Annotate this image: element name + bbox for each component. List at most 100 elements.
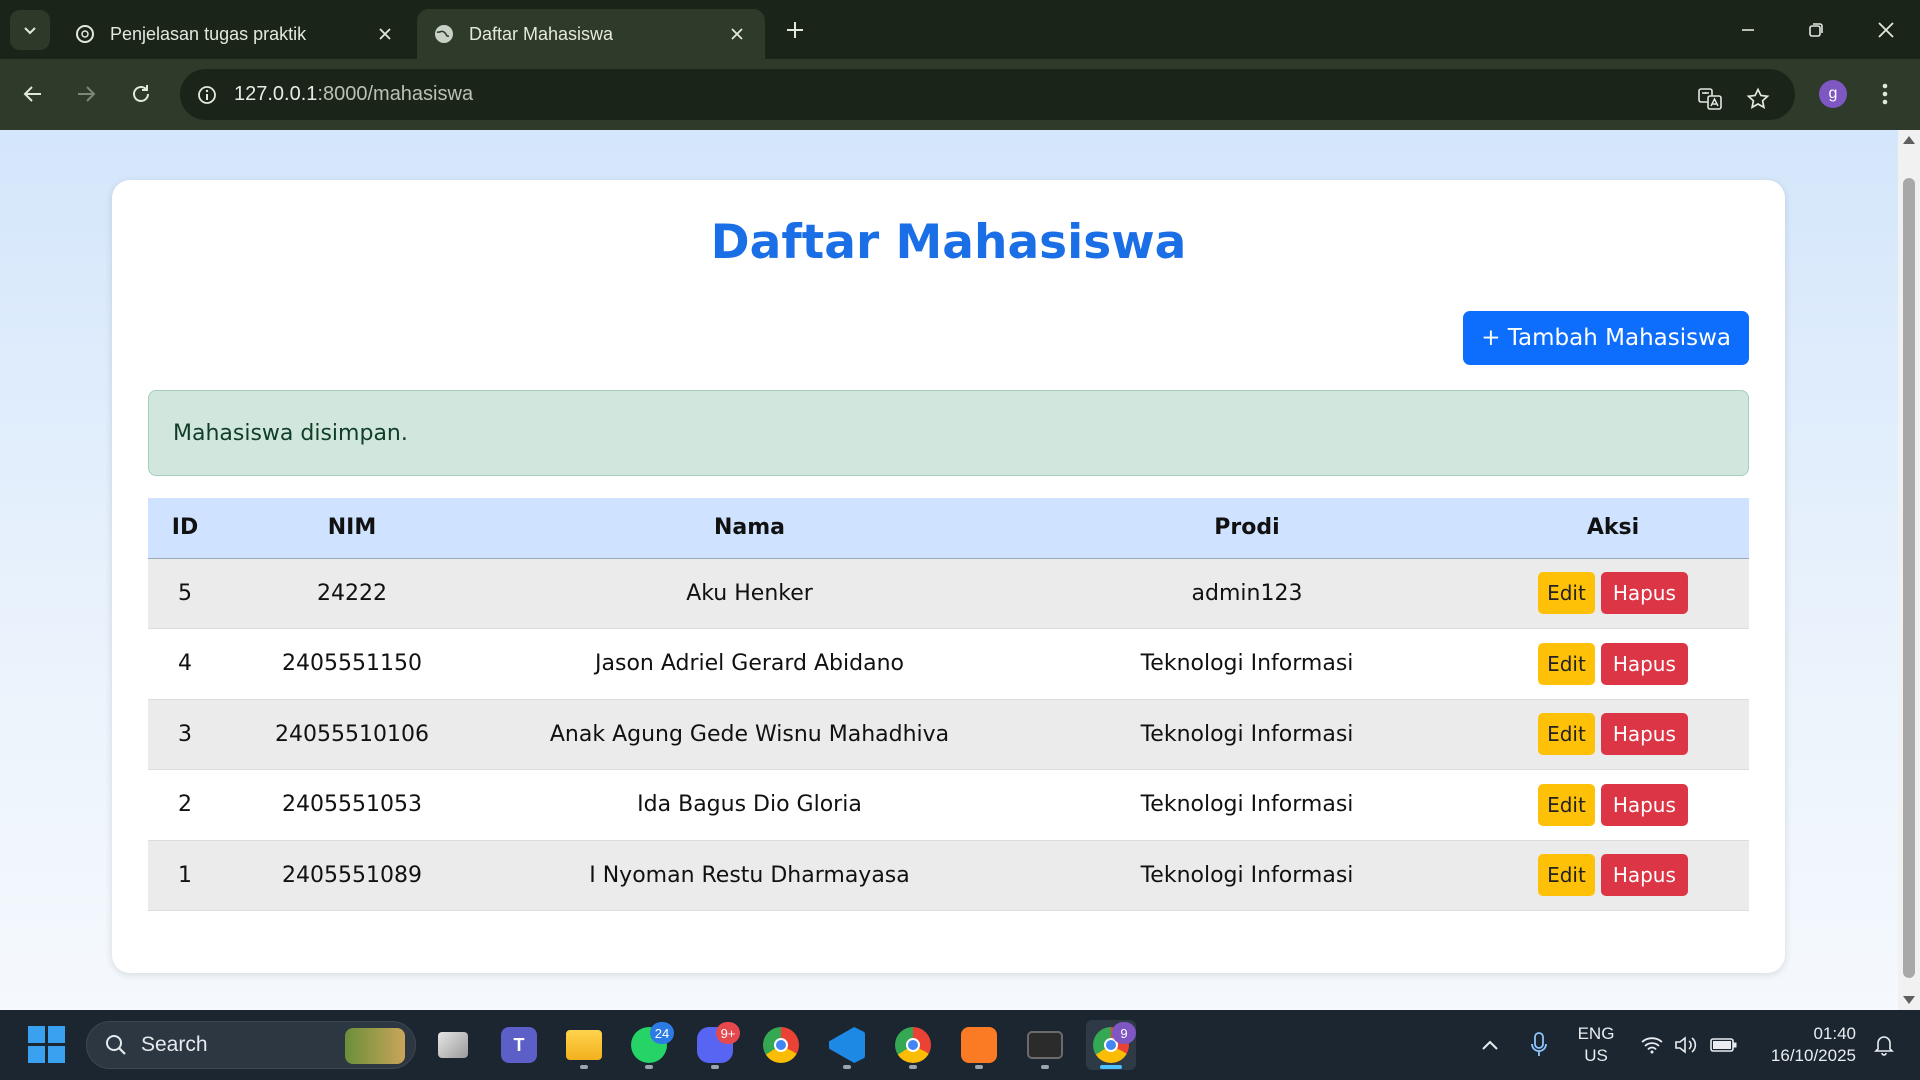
edit-button[interactable]: Edit: [1538, 572, 1595, 615]
chrome-profile-badge: 9: [1112, 1022, 1136, 1044]
minimize-button[interactable]: [1720, 8, 1776, 52]
close-window-button[interactable]: [1858, 8, 1914, 52]
scroll-thumb[interactable]: [1903, 178, 1915, 978]
header-prodi: Prodi: [1017, 498, 1477, 559]
plus-icon: [787, 22, 803, 38]
scroll-down-icon[interactable]: [1903, 996, 1915, 1004]
cell-aksi: Edit Hapus: [1477, 558, 1749, 629]
cell-nama: I Nyoman Restu Dharmayasa: [482, 840, 1017, 911]
header-nama: Nama: [482, 498, 1017, 559]
bookmark-star-icon[interactable]: [1740, 81, 1776, 117]
teams-icon[interactable]: T: [494, 1020, 544, 1070]
arrow-left-icon: [23, 86, 41, 102]
cell-nim: 24055510106: [222, 699, 482, 770]
system-clock[interactable]: 01:40 16/10/2025: [1750, 1010, 1856, 1080]
terminal-icon[interactable]: [1020, 1020, 1070, 1070]
tab-search-button[interactable]: [10, 10, 50, 50]
language-region: US: [1584, 1046, 1608, 1065]
cell-prodi: Teknologi Informasi: [1017, 628, 1477, 700]
edit-button[interactable]: Edit: [1538, 854, 1595, 897]
cell-id: 5: [148, 558, 222, 629]
running-indicator: [1041, 1065, 1049, 1069]
reload-icon: [133, 85, 149, 102]
success-alert: Mahasiswa disimpan.: [148, 390, 1749, 476]
header-aksi: Aksi: [1477, 498, 1749, 559]
task-view-icon[interactable]: [428, 1020, 478, 1070]
running-indicator: [645, 1065, 653, 1069]
close-icon[interactable]: [373, 22, 397, 46]
mahasiswa-table: ID NIM Nama Prodi Aksi 5 24222 Aku Henke…: [148, 498, 1749, 911]
cell-id: 3: [148, 699, 222, 770]
search-icon: [101, 1030, 131, 1060]
notification-bell-icon[interactable]: [1868, 1010, 1900, 1080]
microphone-icon[interactable]: [1524, 1010, 1554, 1080]
tab-daftar-mahasiswa[interactable]: Daftar Mahasiswa: [417, 9, 765, 59]
chrome-active-icon[interactable]: 9: [1086, 1020, 1136, 1070]
reload-button[interactable]: [121, 74, 161, 114]
new-tab-button[interactable]: [779, 14, 811, 46]
delete-button[interactable]: Hapus: [1600, 783, 1688, 826]
cell-nim: 24222: [222, 558, 482, 629]
delete-button[interactable]: Hapus: [1600, 572, 1688, 615]
tab-title: Daftar Mahasiswa: [469, 23, 614, 44]
delete-button[interactable]: Hapus: [1600, 713, 1688, 756]
delete-button[interactable]: Hapus: [1600, 854, 1688, 897]
cell-prodi: admin123: [1017, 558, 1477, 629]
add-mahasiswa-button[interactable]: + Tambah Mahasiswa: [1463, 311, 1749, 365]
whatsapp-badge: 24: [650, 1022, 674, 1044]
page-viewport: Daftar Mahasiswa + Tambah Mahasiswa Maha…: [0, 130, 1898, 1010]
wifi-icon[interactable]: [1638, 1010, 1666, 1080]
cell-nama: Ida Bagus Dio Gloria: [482, 769, 1017, 841]
table-row: 1 2405551089 I Nyoman Restu Dharmayasa T…: [148, 840, 1749, 911]
delete-button[interactable]: Hapus: [1600, 642, 1688, 685]
chevron-up-icon[interactable]: [1474, 1010, 1506, 1080]
edit-button[interactable]: Edit: [1538, 642, 1595, 685]
close-icon[interactable]: [725, 22, 749, 46]
running-indicator: [909, 1065, 917, 1069]
xampp-icon[interactable]: [954, 1020, 1004, 1070]
cell-id: 2: [148, 769, 222, 841]
cell-nama: Jason Adriel Gerard Abidano: [482, 628, 1017, 700]
cell-id: 1: [148, 840, 222, 911]
forward-button[interactable]: [66, 74, 106, 114]
discord-icon[interactable]: 9+: [690, 1020, 740, 1070]
table-row: 5 24222 Aku Henker admin123 Edit Hapus: [148, 558, 1749, 629]
cell-aksi: Edit Hapus: [1477, 840, 1749, 911]
cell-nim: 2405551089: [222, 840, 482, 911]
tab-penjelasan[interactable]: Penjelasan tugas praktik: [58, 9, 413, 59]
volume-icon[interactable]: [1672, 1010, 1700, 1080]
edit-button[interactable]: Edit: [1538, 783, 1595, 826]
chatgpt-icon: [74, 23, 96, 45]
page-title: Daftar Mahasiswa: [710, 215, 1187, 270]
minimize-icon: [1742, 29, 1754, 31]
content-card: Daftar Mahasiswa + Tambah Mahasiswa Maha…: [112, 180, 1785, 973]
header-id: ID: [148, 498, 222, 559]
restore-button[interactable]: [1788, 8, 1844, 52]
clock-time: 01:40: [1813, 1024, 1856, 1043]
site-info-icon[interactable]: [188, 76, 226, 114]
file-explorer-icon[interactable]: [559, 1020, 609, 1070]
chrome-profile-icon[interactable]: [888, 1020, 938, 1070]
taskbar-search[interactable]: Search: [86, 1021, 416, 1069]
battery-icon[interactable]: [1708, 1010, 1740, 1080]
header-nim: NIM: [222, 498, 482, 559]
profile-avatar[interactable]: g: [1819, 80, 1847, 108]
whatsapp-icon[interactable]: 24: [624, 1020, 674, 1070]
vscode-icon[interactable]: [822, 1020, 872, 1070]
chrome-icon[interactable]: [756, 1020, 806, 1070]
page-scrollbar[interactable]: [1898, 130, 1920, 1010]
language-indicator[interactable]: ENG US: [1568, 1010, 1624, 1080]
cell-aksi: Edit Hapus: [1477, 769, 1749, 841]
back-button[interactable]: [13, 74, 53, 114]
address-bar[interactable]: 127.0.0.1:8000/mahasiswa: [180, 69, 1795, 120]
cell-nim: 2405551053: [222, 769, 482, 841]
edit-button[interactable]: Edit: [1538, 713, 1595, 756]
windows-start-icon[interactable]: [28, 1026, 66, 1064]
cell-prodi: Teknologi Informasi: [1017, 840, 1477, 911]
table-row: 4 2405551150 Jason Adriel Gerard Abidano…: [148, 628, 1749, 700]
translate-icon[interactable]: [1692, 81, 1728, 117]
kebab-menu-icon[interactable]: [1870, 76, 1900, 112]
table-header-row: ID NIM Nama Prodi Aksi: [148, 498, 1749, 559]
scroll-up-icon[interactable]: [1903, 136, 1915, 144]
restore-icon: [1809, 23, 1823, 37]
